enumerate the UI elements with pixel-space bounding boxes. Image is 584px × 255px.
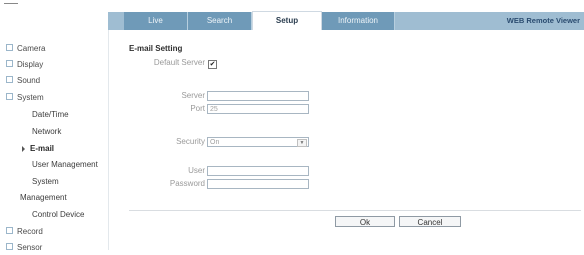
sidebar-item-user-management[interactable]: User Management — [32, 158, 98, 172]
sidebar-item-sound[interactable]: Sound — [6, 74, 40, 88]
default-server-label: Default Server — [153, 58, 205, 67]
sidebar-item-network[interactable]: Network — [32, 125, 61, 139]
tab-live[interactable]: Live — [124, 12, 188, 30]
sidebar-item-label: Camera — [17, 44, 46, 53]
tab-setup[interactable]: Setup — [252, 11, 322, 31]
sidebar-item-label: Sound — [17, 76, 41, 85]
bullet-icon — [6, 243, 13, 251]
sidebar-item-label: Record — [17, 227, 43, 236]
sidebar: Camera Display Sound System Date/Time Ne… — [0, 30, 108, 252]
security-select[interactable]: On ▼ — [207, 137, 309, 147]
server-input[interactable] — [207, 91, 309, 101]
default-server-checkbox[interactable]: ✔ — [208, 60, 217, 69]
password-label: Password — [169, 179, 205, 188]
bullet-icon — [6, 227, 13, 235]
page-title: E-mail Setting — [129, 44, 183, 53]
port-label: Port — [190, 104, 205, 113]
server-label: Server — [181, 91, 205, 100]
bullet-icon — [6, 76, 13, 84]
cancel-button[interactable]: Cancel — [399, 216, 461, 227]
security-select-value: On — [210, 139, 220, 146]
main-panel: E-mail Setting Default Server ✔ Server P… — [108, 30, 584, 250]
tab-information[interactable]: Information — [322, 12, 395, 30]
password-input[interactable] — [207, 179, 309, 189]
port-input[interactable]: 25 — [207, 104, 309, 114]
sidebar-item-label: Display — [17, 60, 44, 69]
top-bar: Live Search Setup Information WEB Remote… — [0, 0, 584, 31]
sidebar-item-camera[interactable]: Camera — [6, 42, 45, 56]
bullet-icon — [6, 93, 13, 101]
sidebar-item-management[interactable]: Management — [20, 191, 67, 205]
sidebar-item-sensor[interactable]: Sensor — [6, 241, 42, 255]
tab-search[interactable]: Search — [188, 12, 252, 30]
sidebar-item-date-time[interactable]: Date/Time — [32, 108, 69, 122]
sidebar-item-record[interactable]: Record — [6, 225, 43, 239]
ok-button[interactable]: Ok — [335, 216, 395, 227]
user-label: User — [188, 166, 205, 175]
bullet-icon — [6, 44, 13, 52]
sidebar-item-email[interactable]: E-mail — [22, 142, 54, 156]
menu-line — [4, 3, 18, 4]
sidebar-item-display[interactable]: Display — [6, 58, 43, 72]
security-label: Security — [176, 137, 205, 146]
chevron-down-icon[interactable]: ▼ — [297, 139, 307, 147]
sidebar-item-system-sub[interactable]: System — [32, 175, 59, 189]
user-input[interactable] — [207, 166, 309, 176]
bullet-icon — [6, 60, 13, 68]
sidebar-item-label: System — [17, 93, 44, 102]
arrow-right-icon — [22, 145, 25, 152]
sidebar-item-label: E-mail — [30, 144, 55, 153]
sidebar-item-system[interactable]: System — [6, 91, 44, 105]
brand-title: WEB Remote Viewer — [506, 16, 580, 25]
sidebar-item-label: Sensor — [17, 243, 43, 252]
divider — [129, 210, 581, 211]
sidebar-item-control-device[interactable]: Control Device — [32, 208, 84, 222]
